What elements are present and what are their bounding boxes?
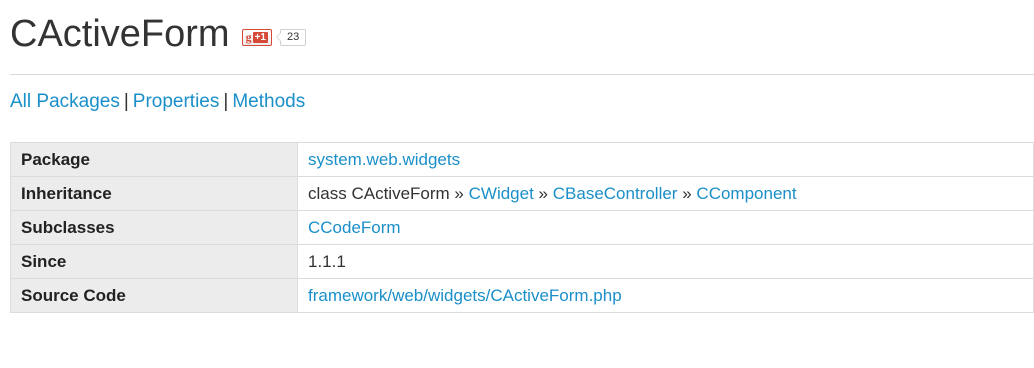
subclasses-value-cell: CCodeForm (297, 210, 1034, 245)
class-summary-table: Package system.web.widgets Inheritance c… (10, 142, 1034, 313)
table-row-since: Since 1.1.1 (10, 244, 1034, 279)
package-link[interactable]: system.web.widgets (308, 150, 460, 169)
source-code-link[interactable]: framework/web/widgets/CActiveForm.php (308, 286, 622, 305)
subclasses-label: Subclasses (10, 210, 298, 245)
table-row-source-code: Source Code framework/web/widgets/CActiv… (10, 278, 1034, 313)
title-row: CActiveForm g +1 23 (10, 6, 307, 62)
table-row-package: Package system.web.widgets (10, 142, 1034, 177)
google-plus-one-button[interactable]: g +1 (241, 28, 272, 46)
table-row-inheritance: Inheritance class CActiveForm » CWidget … (10, 176, 1034, 211)
table-row-subclasses: Subclasses CCodeForm (10, 210, 1034, 245)
page-navigation: All Packages | Properties | Methods (10, 90, 305, 114)
since-label: Since (10, 244, 298, 279)
cbasecontroller-link[interactable]: CBaseController (553, 184, 678, 203)
all-packages-link[interactable]: All Packages (10, 91, 120, 112)
google-plus-icon: g (245, 29, 252, 44)
source-code-value-cell: framework/web/widgets/CActiveForm.php (297, 278, 1034, 313)
package-value-cell: system.web.widgets (297, 142, 1034, 177)
properties-link[interactable]: Properties (133, 91, 220, 112)
inheritance-class-prefix: class CActiveForm (308, 183, 450, 203)
page-title: CActiveForm (10, 13, 230, 55)
inheritance-value-cell: class CActiveForm » CWidget » CBaseContr… (297, 176, 1034, 211)
inheritance-arrow: » (454, 183, 464, 203)
google-plus-count: 23 (279, 28, 307, 46)
since-value: 1.1.1 (297, 244, 1034, 279)
google-plus-count-bubble: 23 (275, 28, 307, 46)
nav-separator: | (223, 91, 229, 112)
ccodeform-link[interactable]: CCodeForm (308, 218, 401, 237)
package-label: Package (10, 142, 298, 177)
google-plus-widget: g +1 23 (241, 28, 307, 46)
title-divider (10, 74, 1034, 75)
nav-separator: | (123, 91, 129, 112)
page: CActiveForm g +1 23 All Packages | Propert… (0, 0, 1034, 368)
count-bubble-arrow-icon (275, 32, 281, 42)
inheritance-label: Inheritance (10, 176, 298, 211)
inheritance-arrow: » (538, 183, 549, 203)
source-code-label: Source Code (10, 278, 298, 313)
plus-one-label: +1 (252, 31, 268, 43)
cwidget-link[interactable]: CWidget (469, 184, 534, 203)
ccomponent-link[interactable]: CComponent (696, 184, 796, 203)
inheritance-arrow: » (682, 183, 692, 203)
methods-link[interactable]: Methods (232, 91, 305, 112)
